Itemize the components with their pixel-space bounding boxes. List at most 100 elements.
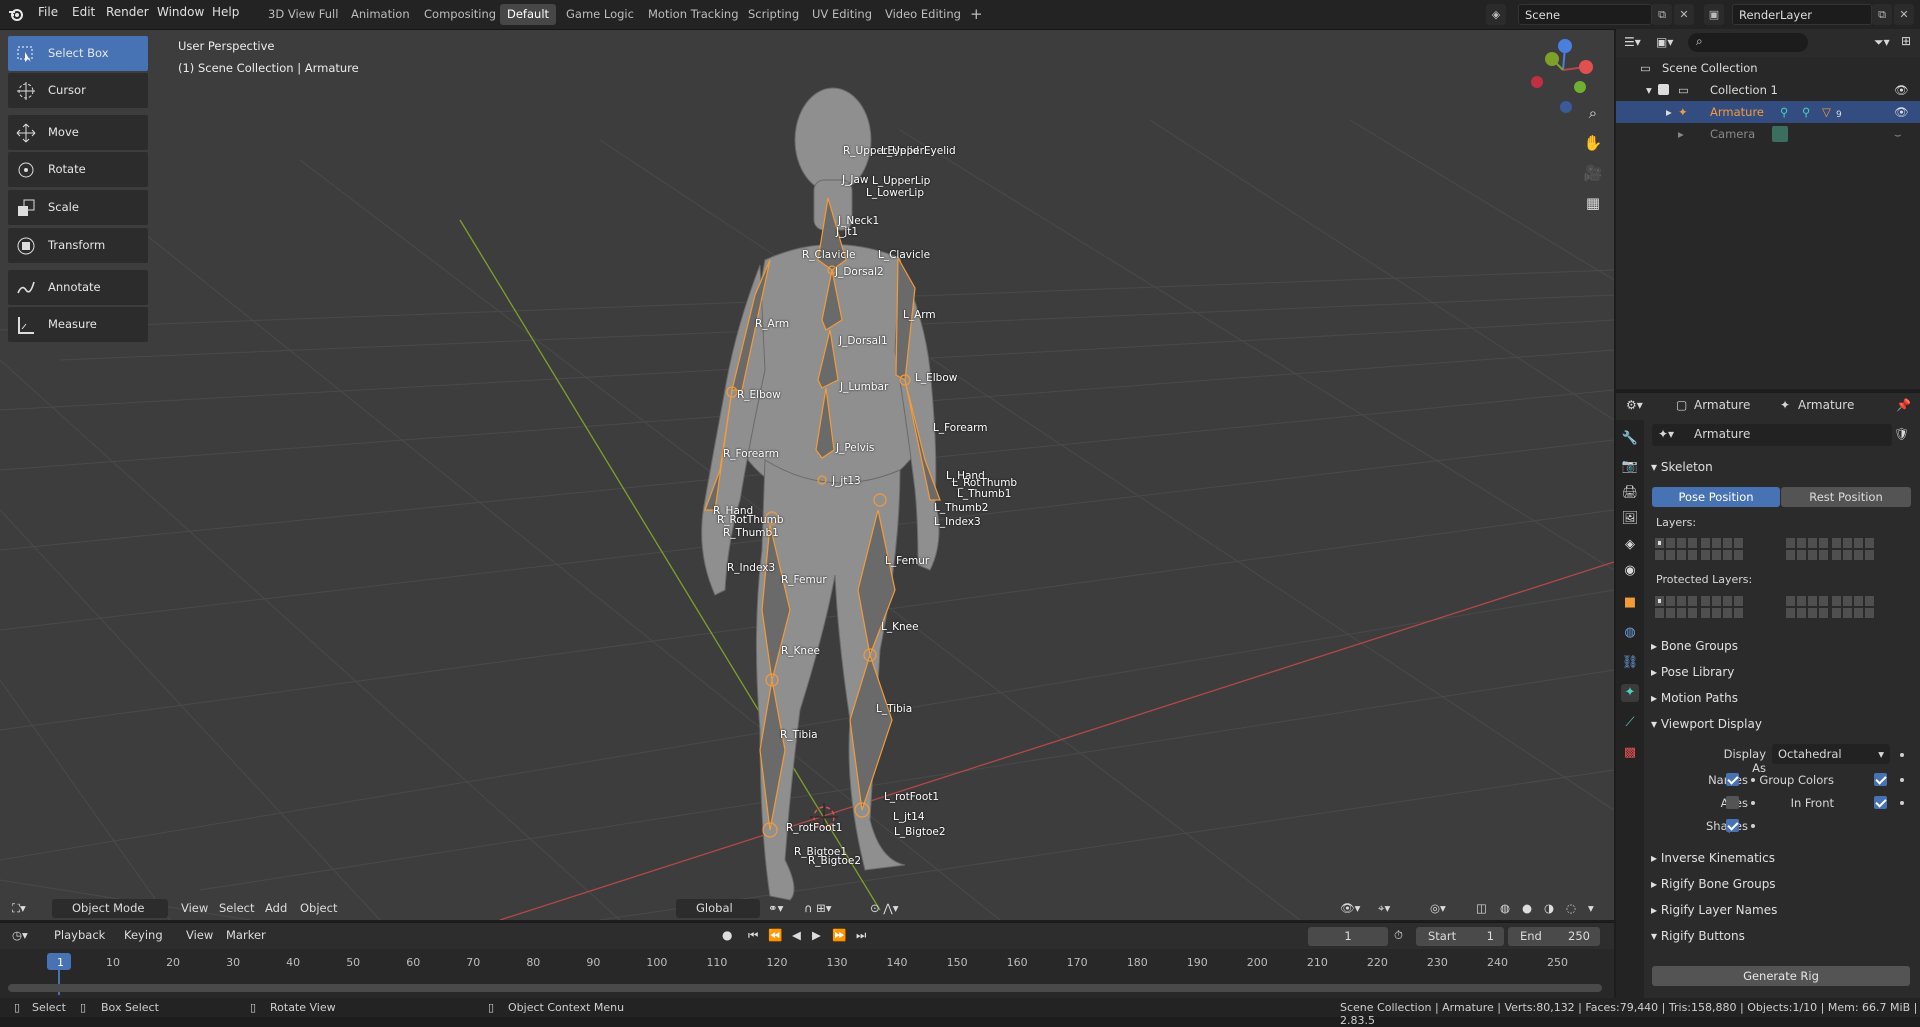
layer-toggle[interactable] xyxy=(1818,595,1829,607)
outliner-editor-icon[interactable]: ☰▾ xyxy=(1624,35,1641,49)
outliner-camera[interactable]: ▸ Camera ⌣ xyxy=(1616,123,1920,145)
layer-toggle[interactable] xyxy=(1864,595,1875,607)
animate-dot-icon[interactable] xyxy=(1900,801,1904,805)
menu-marker[interactable]: Marker xyxy=(226,928,266,942)
layer-toggle[interactable] xyxy=(1831,549,1842,561)
delete-view-layer-icon[interactable]: ✕ xyxy=(1894,4,1914,25)
layer-toggle[interactable] xyxy=(1700,595,1711,607)
panel-inverse-kinematics[interactable]: ▸ Inverse Kinematics xyxy=(1651,846,1914,870)
pivot-icon[interactable]: ⚭▾ xyxy=(768,899,783,918)
expand-arrow-icon[interactable]: ▸ xyxy=(1666,101,1672,123)
layer-toggle[interactable] xyxy=(1807,549,1818,561)
layer-toggle[interactable] xyxy=(1665,595,1676,607)
layer-toggle[interactable] xyxy=(1722,537,1733,549)
layer-toggle[interactable] xyxy=(1842,537,1853,549)
layer-toggle[interactable] xyxy=(1831,607,1842,619)
panel-bone-groups[interactable]: ▸ Bone Groups xyxy=(1651,634,1914,658)
tool-transform[interactable]: Transform xyxy=(8,228,148,263)
group-colors-checkbox[interactable] xyxy=(1874,773,1887,786)
layer-toggle[interactable] xyxy=(1711,549,1722,561)
tab-compositing[interactable]: Compositing xyxy=(417,4,503,25)
tab-default[interactable]: Default xyxy=(500,4,557,25)
generate-rig-button[interactable]: Generate Rig xyxy=(1652,966,1910,986)
layer-toggle[interactable] xyxy=(1853,607,1864,619)
scene-name-field[interactable]: Scene xyxy=(1518,4,1652,25)
gizmo-toggle-icon[interactable]: ⌖▾ xyxy=(1378,899,1390,918)
layer-toggle[interactable] xyxy=(1676,607,1687,619)
tool-annotate[interactable]: Annotate xyxy=(8,270,148,305)
layer-toggle[interactable] xyxy=(1665,537,1676,549)
world-tab-icon[interactable]: ◉ xyxy=(1621,562,1639,580)
armature-data-icon[interactable]: ⚲ xyxy=(1780,101,1788,123)
layer-toggle[interactable] xyxy=(1687,607,1698,619)
layer-toggle[interactable] xyxy=(1654,595,1665,607)
shading-options-icon[interactable]: ▾ xyxy=(1588,899,1594,918)
tab-video-editing[interactable]: Video Editing xyxy=(878,4,968,25)
menu-window[interactable]: Window xyxy=(157,5,204,19)
armature-data-tab-icon[interactable]: ✦ xyxy=(1621,684,1639,702)
layer-toggle[interactable] xyxy=(1733,537,1744,549)
menu-help[interactable]: Help xyxy=(212,5,239,19)
layer-toggle[interactable] xyxy=(1722,607,1733,619)
tool-tab-icon[interactable]: 🔧 xyxy=(1621,430,1639,448)
layer-toggle[interactable] xyxy=(1853,537,1864,549)
rest-position-button[interactable]: Rest Position xyxy=(1781,487,1911,507)
layer-toggle[interactable] xyxy=(1853,595,1864,607)
blender-logo-icon[interactable] xyxy=(8,6,24,22)
constraints-tab-icon[interactable]: ⛓ xyxy=(1621,654,1639,672)
layer-toggle[interactable] xyxy=(1785,537,1796,549)
current-frame-field[interactable]: 1 xyxy=(1308,927,1388,946)
filter-icon[interactable]: ⏷▾ xyxy=(1874,35,1890,50)
panel-rigify-layer-names[interactable]: ▸ Rigify Layer Names xyxy=(1651,898,1914,922)
layer-toggle[interactable] xyxy=(1796,549,1807,561)
object-tab-icon[interactable]: ■ xyxy=(1621,594,1639,612)
layer-toggle[interactable] xyxy=(1676,537,1687,549)
pan-hand-icon[interactable]: ✋ xyxy=(1580,130,1606,156)
layer-toggle[interactable] xyxy=(1864,607,1875,619)
tab-uv-editing[interactable]: UV Editing xyxy=(805,4,879,25)
panel-pose-library[interactable]: ▸ Pose Library xyxy=(1651,660,1914,684)
eye-icon[interactable]: 👁 xyxy=(1894,79,1909,101)
mesh-children-icon[interactable]: ▽ xyxy=(1822,101,1831,123)
tool-rotate[interactable]: Rotate xyxy=(8,152,148,187)
delete-scene-icon[interactable]: ✕ xyxy=(1674,4,1694,25)
fake-user-shield-icon[interactable]: 🛡 xyxy=(1894,427,1909,441)
end-frame-field[interactable]: End 250 xyxy=(1508,927,1600,946)
layer-toggle[interactable] xyxy=(1722,549,1733,561)
new-collection-icon[interactable]: ⊞ xyxy=(1901,34,1911,48)
properties-editor-icon[interactable]: ⚙▾ xyxy=(1626,398,1643,412)
layer-toggle[interactable] xyxy=(1818,607,1829,619)
layer-toggle[interactable] xyxy=(1733,595,1744,607)
menu-file[interactable]: File xyxy=(38,5,58,19)
layer-toggle[interactable] xyxy=(1818,549,1829,561)
physics-tab-icon[interactable]: ◍ xyxy=(1621,624,1639,642)
mode-dropdown[interactable]: Object Mode xyxy=(52,899,168,918)
proportional-edit-icon[interactable]: ⊙ ⋀▾ xyxy=(870,899,899,918)
layer-toggle[interactable] xyxy=(1676,595,1687,607)
menu-add[interactable]: Add xyxy=(265,899,287,918)
scene-browse-icon[interactable]: ◈ xyxy=(1486,4,1506,25)
display-as-dropdown[interactable]: Octahedral ▾ xyxy=(1772,744,1890,764)
jump-start-icon[interactable]: ⏮ xyxy=(748,928,758,943)
timeline-scrollbar[interactable] xyxy=(8,984,1602,992)
layer-toggle[interactable] xyxy=(1733,607,1744,619)
tool-move[interactable]: Move xyxy=(8,115,148,150)
menu-object[interactable]: Object xyxy=(300,899,337,918)
orientation-dropdown[interactable]: Global xyxy=(676,899,760,918)
panel-motion-paths[interactable]: ▸ Motion Paths xyxy=(1651,686,1914,710)
layer-toggle[interactable] xyxy=(1711,595,1722,607)
layer-toggle[interactable] xyxy=(1807,537,1818,549)
grid-perspective-icon[interactable]: ▦ xyxy=(1580,190,1606,216)
snap-icon[interactable]: ∩ ⊞▾ xyxy=(804,899,831,918)
xray-icon[interactable]: ◫ xyxy=(1476,899,1487,918)
viewport-scene[interactable] xyxy=(0,30,1614,920)
in-front-checkbox[interactable] xyxy=(1874,796,1887,809)
next-keyframe-icon[interactable]: ⏩ xyxy=(832,928,846,942)
armature-name-field[interactable]: ✦▾ Armature xyxy=(1652,424,1892,446)
menu-render[interactable]: Render xyxy=(106,5,149,19)
layer-toggle[interactable] xyxy=(1654,549,1665,561)
character-mesh[interactable] xyxy=(701,87,940,901)
menu-timeline-view[interactable]: View xyxy=(186,928,213,942)
layer-toggle[interactable] xyxy=(1818,537,1829,549)
new-scene-icon[interactable]: ⧉ xyxy=(1652,4,1672,25)
